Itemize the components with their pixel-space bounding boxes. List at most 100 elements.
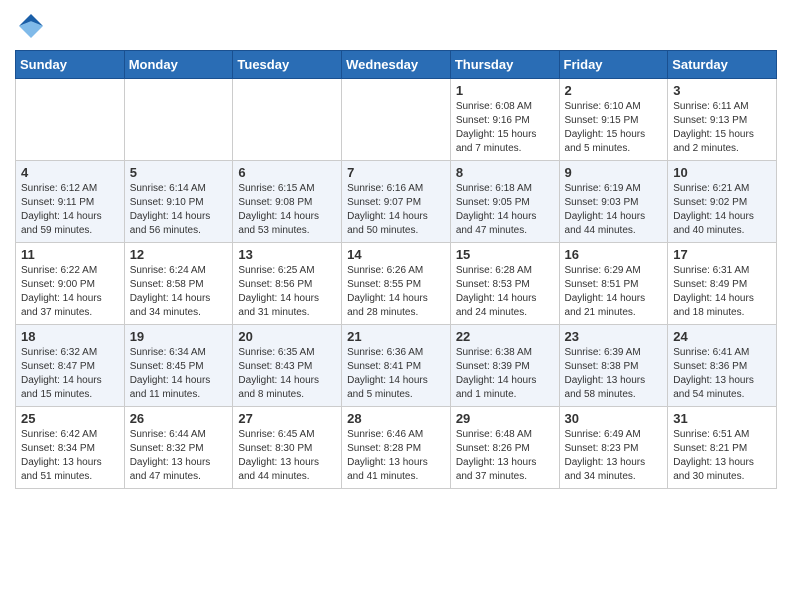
calendar-cell: 11 Sunrise: 6:22 AM Sunset: 9:00 PM Dayli… xyxy=(16,243,125,325)
day-number: 9 xyxy=(565,165,663,180)
calendar-cell xyxy=(124,79,233,161)
weekday-header: Thursday xyxy=(450,51,559,79)
day-info: Sunrise: 6:51 AM Sunset: 8:21 PM Dayligh… xyxy=(673,428,771,484)
day-number: 11 xyxy=(21,247,119,262)
day-number: 20 xyxy=(238,329,336,344)
calendar-cell: 8 Sunrise: 6:18 AM Sunset: 9:05 PM Daylig… xyxy=(450,161,559,243)
calendar-header: SundayMondayTuesdayWednesdayThursdayFrid… xyxy=(16,51,777,79)
logo xyxy=(15,10,51,42)
day-info: Sunrise: 6:49 AM Sunset: 8:23 PM Dayligh… xyxy=(565,428,663,484)
calendar-cell: 25 Sunrise: 6:42 AM Sunset: 8:34 PM Dayli… xyxy=(16,407,125,489)
calendar-cell: 15Sunrise: 6:28 AM Sunset: 8:53 PM Dayli… xyxy=(450,243,559,325)
day-info: Sunrise: 6:21 AM Sunset: 9:02 PM Dayligh… xyxy=(673,182,771,238)
calendar-body: 1Sunrise: 6:08 AM Sunset: 9:16 PM Daylig… xyxy=(16,79,777,489)
weekday-header-row: SundayMondayTuesdayWednesdayThursdayFrid… xyxy=(16,51,777,79)
day-number: 25 xyxy=(21,411,119,426)
calendar-table: SundayMondayTuesdayWednesdayThursdayFrid… xyxy=(15,50,777,489)
calendar-cell xyxy=(342,79,451,161)
calendar-week-row: 25 Sunrise: 6:42 AM Sunset: 8:34 PM Dayli… xyxy=(16,407,777,489)
calendar-cell xyxy=(233,79,342,161)
day-info: Sunrise: 6:36 AM Sunset: 8:41 PM Dayligh… xyxy=(347,346,445,402)
calendar-cell: 17Sunrise: 6:31 AM Sunset: 8:49 PM Dayli… xyxy=(668,243,777,325)
calendar-cell: 19 Sunrise: 6:34 AM Sunset: 8:45 PM Dayli… xyxy=(124,325,233,407)
day-info: Sunrise: 6:46 AM Sunset: 8:28 PM Dayligh… xyxy=(347,428,445,484)
day-info: Sunrise: 6:11 AM Sunset: 9:13 PM Dayligh… xyxy=(673,100,771,156)
calendar-cell: 14 Sunrise: 6:26 AM Sunset: 8:55 PM Dayli… xyxy=(342,243,451,325)
day-number: 28 xyxy=(347,411,445,426)
calendar-cell: 27 Sunrise: 6:45 AM Sunset: 8:30 PM Dayli… xyxy=(233,407,342,489)
calendar-cell: 20 Sunrise: 6:35 AM Sunset: 8:43 PM Dayli… xyxy=(233,325,342,407)
calendar-cell: 2 Sunrise: 6:10 AM Sunset: 9:15 PM Daylig… xyxy=(559,79,668,161)
day-info: Sunrise: 6:12 AM Sunset: 9:11 PM Dayligh… xyxy=(21,182,119,238)
calendar-cell: 12Sunrise: 6:24 AM Sunset: 8:58 PM Dayli… xyxy=(124,243,233,325)
day-number: 12 xyxy=(130,247,228,262)
weekday-header: Wednesday xyxy=(342,51,451,79)
calendar-cell: 7Sunrise: 6:16 AM Sunset: 9:07 PM Daylig… xyxy=(342,161,451,243)
day-number: 30 xyxy=(565,411,663,426)
day-info: Sunrise: 6:14 AM Sunset: 9:10 PM Dayligh… xyxy=(130,182,228,238)
day-info: Sunrise: 6:34 AM Sunset: 8:45 PM Dayligh… xyxy=(130,346,228,402)
day-info: Sunrise: 6:10 AM Sunset: 9:15 PM Dayligh… xyxy=(565,100,663,156)
calendar-cell: 21 Sunrise: 6:36 AM Sunset: 8:41 PM Dayli… xyxy=(342,325,451,407)
day-number: 8 xyxy=(456,165,554,180)
day-number: 23 xyxy=(565,329,663,344)
day-number: 22 xyxy=(456,329,554,344)
day-number: 3 xyxy=(673,83,771,98)
calendar-cell: 6 Sunrise: 6:15 AM Sunset: 9:08 PM Daylig… xyxy=(233,161,342,243)
calendar-cell: 1Sunrise: 6:08 AM Sunset: 9:16 PM Daylig… xyxy=(450,79,559,161)
day-number: 24 xyxy=(673,329,771,344)
day-info: Sunrise: 6:45 AM Sunset: 8:30 PM Dayligh… xyxy=(238,428,336,484)
day-number: 16 xyxy=(565,247,663,262)
day-number: 2 xyxy=(565,83,663,98)
day-info: Sunrise: 6:16 AM Sunset: 9:07 PM Dayligh… xyxy=(347,182,445,238)
day-number: 18 xyxy=(21,329,119,344)
day-number: 15 xyxy=(456,247,554,262)
day-number: 5 xyxy=(130,165,228,180)
weekday-header: Friday xyxy=(559,51,668,79)
calendar-cell: 24Sunrise: 6:41 AM Sunset: 8:36 PM Dayli… xyxy=(668,325,777,407)
day-number: 14 xyxy=(347,247,445,262)
day-info: Sunrise: 6:26 AM Sunset: 8:55 PM Dayligh… xyxy=(347,264,445,320)
calendar-cell xyxy=(16,79,125,161)
day-info: Sunrise: 6:15 AM Sunset: 9:08 PM Dayligh… xyxy=(238,182,336,238)
calendar-cell: 26Sunrise: 6:44 AM Sunset: 8:32 PM Dayli… xyxy=(124,407,233,489)
day-info: Sunrise: 6:38 AM Sunset: 8:39 PM Dayligh… xyxy=(456,346,554,402)
day-number: 21 xyxy=(347,329,445,344)
calendar-cell: 13Sunrise: 6:25 AM Sunset: 8:56 PM Dayli… xyxy=(233,243,342,325)
calendar-cell: 30 Sunrise: 6:49 AM Sunset: 8:23 PM Dayli… xyxy=(559,407,668,489)
calendar-cell: 5 Sunrise: 6:14 AM Sunset: 9:10 PM Daylig… xyxy=(124,161,233,243)
day-info: Sunrise: 6:22 AM Sunset: 9:00 PM Dayligh… xyxy=(21,264,119,320)
calendar-cell: 10 Sunrise: 6:21 AM Sunset: 9:02 PM Dayli… xyxy=(668,161,777,243)
calendar-cell: 9Sunrise: 6:19 AM Sunset: 9:03 PM Daylig… xyxy=(559,161,668,243)
calendar-cell: 3 Sunrise: 6:11 AM Sunset: 9:13 PM Daylig… xyxy=(668,79,777,161)
calendar-cell: 18Sunrise: 6:32 AM Sunset: 8:47 PM Dayli… xyxy=(16,325,125,407)
calendar-week-row: 11 Sunrise: 6:22 AM Sunset: 9:00 PM Dayli… xyxy=(16,243,777,325)
weekday-header: Sunday xyxy=(16,51,125,79)
day-number: 27 xyxy=(238,411,336,426)
calendar-week-row: 1Sunrise: 6:08 AM Sunset: 9:16 PM Daylig… xyxy=(16,79,777,161)
day-info: Sunrise: 6:29 AM Sunset: 8:51 PM Dayligh… xyxy=(565,264,663,320)
calendar-cell: 28 Sunrise: 6:46 AM Sunset: 8:28 PM Dayli… xyxy=(342,407,451,489)
calendar-cell: 4 Sunrise: 6:12 AM Sunset: 9:11 PM Daylig… xyxy=(16,161,125,243)
day-number: 6 xyxy=(238,165,336,180)
day-info: Sunrise: 6:42 AM Sunset: 8:34 PM Dayligh… xyxy=(21,428,119,484)
day-number: 13 xyxy=(238,247,336,262)
day-number: 4 xyxy=(21,165,119,180)
day-number: 26 xyxy=(130,411,228,426)
day-number: 31 xyxy=(673,411,771,426)
day-info: Sunrise: 6:08 AM Sunset: 9:16 PM Dayligh… xyxy=(456,100,554,156)
page-header xyxy=(15,10,777,42)
day-number: 19 xyxy=(130,329,228,344)
weekday-header: Saturday xyxy=(668,51,777,79)
calendar-week-row: 4 Sunrise: 6:12 AM Sunset: 9:11 PM Daylig… xyxy=(16,161,777,243)
day-info: Sunrise: 6:35 AM Sunset: 8:43 PM Dayligh… xyxy=(238,346,336,402)
day-number: 10 xyxy=(673,165,771,180)
calendar-cell: 23 Sunrise: 6:39 AM Sunset: 8:38 PM Dayli… xyxy=(559,325,668,407)
day-number: 17 xyxy=(673,247,771,262)
day-info: Sunrise: 6:39 AM Sunset: 8:38 PM Dayligh… xyxy=(565,346,663,402)
calendar-cell: 31 Sunrise: 6:51 AM Sunset: 8:21 PM Dayli… xyxy=(668,407,777,489)
day-info: Sunrise: 6:18 AM Sunset: 9:05 PM Dayligh… xyxy=(456,182,554,238)
weekday-header: Monday xyxy=(124,51,233,79)
calendar-cell: 29Sunrise: 6:48 AM Sunset: 8:26 PM Dayli… xyxy=(450,407,559,489)
calendar-week-row: 18Sunrise: 6:32 AM Sunset: 8:47 PM Dayli… xyxy=(16,325,777,407)
